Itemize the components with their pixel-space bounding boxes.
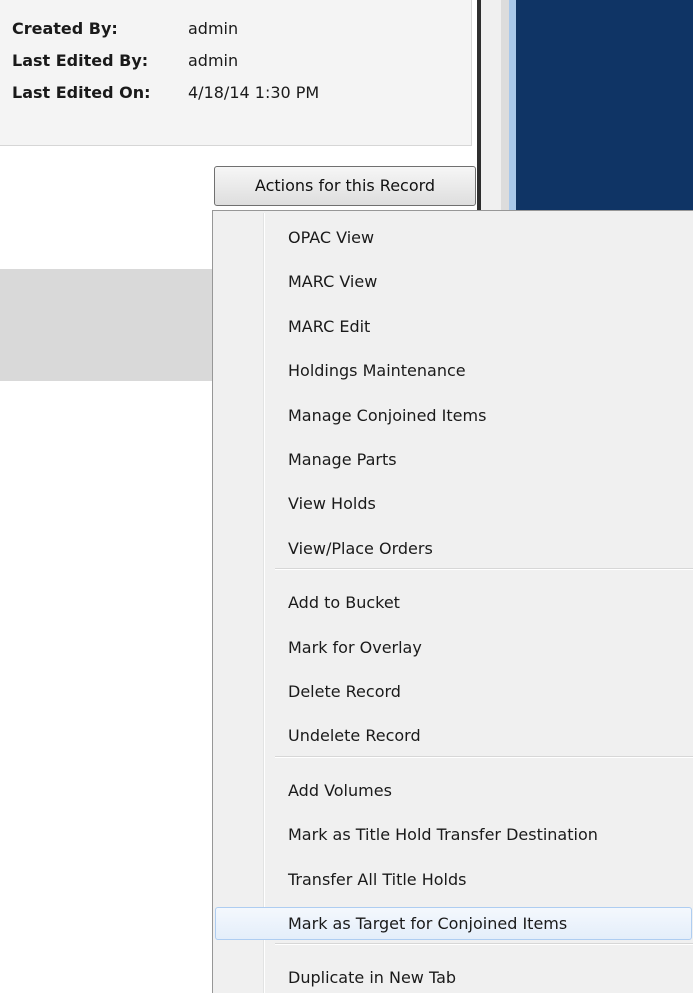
right-pane-edge [481, 0, 501, 211]
last-edited-by-value: admin [188, 51, 239, 70]
menu-item-add-to-bucket[interactable]: Add to Bucket [215, 586, 692, 619]
menu-separator [275, 755, 693, 758]
menu-item-delete-record[interactable]: Delete Record [215, 675, 692, 708]
created-by-row: Created By: admin [12, 17, 238, 41]
menu-item-duplicate-in-new-tab[interactable]: Duplicate in New Tab [215, 961, 692, 994]
menu-item-view-holds[interactable]: View Holds [215, 487, 692, 520]
blue-pane-frame [509, 0, 516, 211]
menu-item-marc-view[interactable]: MARC View [215, 265, 692, 298]
created-by-label: Created By: [12, 19, 118, 38]
menu-item-marc-edit[interactable]: MARC Edit [215, 310, 692, 343]
menu-item-mark-for-overlay[interactable]: Mark for Overlay [215, 631, 692, 664]
right-pane-border [501, 0, 509, 211]
last-edited-by-label: Last Edited By: [12, 51, 149, 70]
record-info-panel: Created By: admin Last Edited By: admin La… [0, 0, 472, 146]
menu-item-transfer-all-title-holds[interactable]: Transfer All Title Holds [215, 863, 692, 896]
last-edited-on-label: Last Edited On: [12, 83, 151, 102]
menu-item-holdings-maintenance[interactable]: Holdings Maintenance [215, 354, 692, 387]
menu-separator [275, 568, 693, 571]
menu-item-mark-as-title-hold-transfer-destination[interactable]: Mark as Title Hold Transfer Destination [215, 818, 692, 851]
menu-separator [275, 943, 693, 946]
menu-item-view-place-orders[interactable]: View/Place Orders [215, 532, 692, 565]
actions-menu: OPAC View MARC View MARC Edit Holdings Main… [212, 210, 693, 993]
blue-content-pane [516, 0, 693, 211]
created-by-value: admin [188, 19, 239, 38]
menu-item-mark-as-target-for-conjoined-items[interactable]: Mark as Target for Conjoined Items [215, 907, 692, 940]
menu-item-manage-parts[interactable]: Manage Parts [215, 443, 692, 476]
menu-item-manage-conjoined-items[interactable]: Manage Conjoined Items [215, 399, 692, 432]
menu-item-opac-view[interactable]: OPAC View [215, 221, 692, 254]
menu-item-undelete-record[interactable]: Undelete Record [215, 719, 692, 752]
background-band [0, 269, 216, 381]
last-edited-by-row: Last Edited By: admin [12, 49, 238, 73]
menu-item-add-volumes[interactable]: Add Volumes [215, 774, 692, 807]
last-edited-on-value: 4/18/14 1:30 PM [188, 83, 320, 102]
actions-for-record-button[interactable]: Actions for this Record [214, 166, 476, 206]
last-edited-on-row: Last Edited On: 4/18/14 1:30 PM [12, 81, 319, 105]
